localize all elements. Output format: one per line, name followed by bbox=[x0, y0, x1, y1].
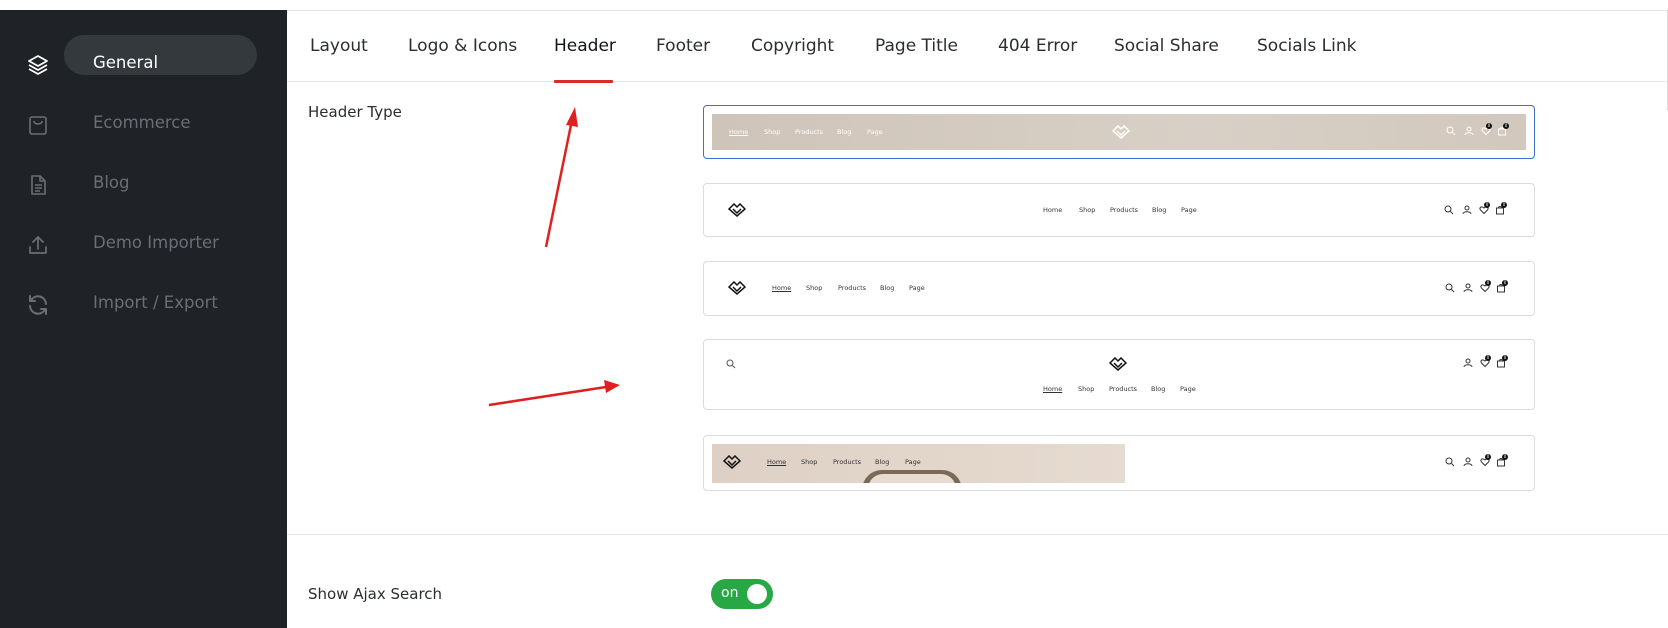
sidebar-item-demo-importer[interactable]: Demo Importer bbox=[0, 222, 287, 266]
wishlist-count-badge: 0 bbox=[1485, 454, 1491, 460]
tab-copyright[interactable]: Copyright bbox=[751, 36, 834, 56]
user-icon bbox=[1463, 457, 1473, 467]
nav-page: Page bbox=[1180, 385, 1196, 393]
sidebar: General Ecommerce Blog Demo Importer Imp… bbox=[0, 0, 287, 628]
user-icon bbox=[1462, 205, 1472, 215]
nav-page: Page bbox=[1181, 206, 1197, 214]
nav-page: Page bbox=[905, 458, 921, 466]
toggle-knob bbox=[747, 584, 767, 604]
search-icon bbox=[1444, 205, 1454, 215]
nav-products: Products bbox=[838, 284, 867, 292]
tab-layout[interactable]: Layout bbox=[310, 36, 368, 56]
wishlist-count-badge: 0 bbox=[1486, 123, 1492, 129]
nav-products: Products bbox=[1110, 206, 1139, 214]
ajax-search-toggle[interactable]: on bbox=[711, 579, 773, 609]
nav-home: Home bbox=[1043, 385, 1063, 393]
header-type-option-4[interactable]: Home Shop Products Blog Page 0 0 bbox=[703, 339, 1535, 410]
cart-count-badge: 0 bbox=[1502, 355, 1508, 361]
user-icon bbox=[1463, 283, 1473, 293]
document-icon bbox=[26, 173, 50, 197]
nav-blog: Blog bbox=[837, 128, 852, 136]
nav-home: Home bbox=[1043, 206, 1063, 214]
nav-shop: Shop bbox=[801, 458, 818, 466]
search-icon bbox=[1445, 457, 1455, 467]
sidebar-item-import-export[interactable]: Import / Export bbox=[0, 282, 287, 326]
preview-photo-face bbox=[868, 474, 956, 483]
tab-footer[interactable]: Footer bbox=[656, 36, 710, 56]
section-divider bbox=[287, 534, 1668, 535]
sidebar-item-blog[interactable]: Blog bbox=[0, 162, 287, 206]
nav-blog: Blog bbox=[1152, 206, 1167, 214]
nav-shop: Shop bbox=[1079, 206, 1096, 214]
annotation-arrow-up bbox=[544, 107, 578, 248]
search-icon bbox=[1446, 126, 1456, 136]
shopping-bag-icon bbox=[26, 113, 50, 137]
tab-header[interactable]: Header bbox=[554, 36, 616, 56]
user-icon bbox=[1464, 126, 1474, 136]
logo-icon bbox=[728, 203, 746, 217]
logo-icon bbox=[723, 455, 741, 469]
annotation-arrow-right bbox=[488, 380, 620, 407]
wishlist-count-badge: 0 bbox=[1484, 202, 1490, 208]
sidebar-item-general[interactable]: General bbox=[0, 42, 287, 86]
nav-home: Home bbox=[767, 458, 787, 466]
header-type-option-1[interactable]: Home Shop Products Blog Page 0 0 bbox=[703, 105, 1535, 159]
cart-count-badge: 0 bbox=[1503, 123, 1509, 129]
header-type-option-5[interactable]: Home Shop Products Blog Page 0 0 bbox=[703, 435, 1535, 491]
nav-products: Products bbox=[795, 128, 824, 136]
tab-logo-icons[interactable]: Logo & Icons bbox=[408, 36, 517, 56]
logo-icon bbox=[1109, 357, 1127, 371]
nav-blog: Blog bbox=[875, 458, 890, 466]
sidebar-item-label: Blog bbox=[93, 173, 130, 192]
wishlist-count-badge: 0 bbox=[1485, 280, 1491, 286]
sidebar-item-label: Import / Export bbox=[93, 293, 218, 312]
nav-page: Page bbox=[867, 128, 883, 136]
tab-page-title[interactable]: Page Title bbox=[875, 36, 958, 56]
nav-products: Products bbox=[833, 458, 862, 466]
settings-tabs: Layout Logo & Icons Header Footer Copyri… bbox=[287, 11, 1668, 82]
wishlist-count-badge: 0 bbox=[1485, 355, 1491, 361]
cart-count-badge: 0 bbox=[1501, 202, 1507, 208]
toggle-state-text: on bbox=[721, 585, 739, 601]
nav-page: Page bbox=[909, 284, 925, 292]
search-icon bbox=[1445, 283, 1455, 293]
layers-icon bbox=[26, 53, 50, 77]
active-tab-indicator bbox=[554, 80, 613, 83]
nav-products: Products bbox=[1109, 385, 1138, 393]
nav-blog: Blog bbox=[880, 284, 895, 292]
header-type-option-2[interactable]: Home Shop Products Blog Page 0 0 bbox=[703, 183, 1535, 237]
ajax-search-label: Show Ajax Search bbox=[308, 585, 443, 603]
nav-home: Home bbox=[729, 128, 749, 136]
nav-home: Home bbox=[772, 284, 792, 292]
sidebar-item-label: General bbox=[93, 53, 159, 72]
header-type-option-3[interactable]: Home Shop Products Blog Page 0 0 bbox=[703, 261, 1535, 316]
search-icon bbox=[726, 359, 736, 369]
nav-blog: Blog bbox=[1151, 385, 1166, 393]
logo-icon bbox=[728, 281, 746, 295]
nav-shop: Shop bbox=[764, 128, 781, 136]
header-type-label: Header Type bbox=[308, 103, 402, 121]
sidebar-item-label: Ecommerce bbox=[93, 113, 191, 132]
sidebar-item-ecommerce[interactable]: Ecommerce bbox=[0, 102, 287, 146]
cart-count-badge: 0 bbox=[1502, 454, 1508, 460]
cart-count-badge: 0 bbox=[1502, 280, 1508, 286]
tab-social-share[interactable]: Social Share bbox=[1114, 36, 1219, 56]
logo-icon bbox=[1112, 125, 1130, 139]
refresh-icon bbox=[26, 293, 50, 317]
sidebar-item-label: Demo Importer bbox=[93, 233, 219, 252]
upload-icon bbox=[26, 233, 50, 257]
tab-socials-link[interactable]: Socials Link bbox=[1257, 36, 1356, 56]
nav-shop: Shop bbox=[806, 284, 823, 292]
nav-shop: Shop bbox=[1078, 385, 1095, 393]
tab-404-error[interactable]: 404 Error bbox=[998, 36, 1077, 56]
user-icon bbox=[1463, 358, 1473, 368]
